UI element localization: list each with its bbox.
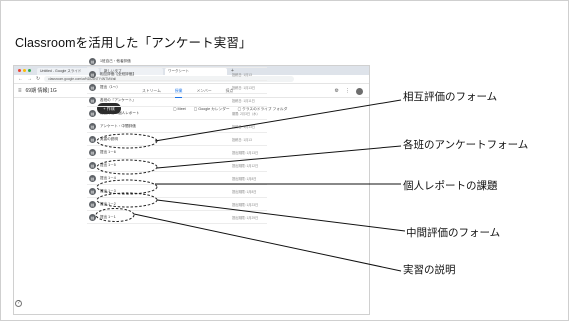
callout-mutual-eval-form: 相互評価のフォーム	[403, 91, 498, 103]
callout-mid-eval-form: 中間評価のフォーム	[406, 227, 501, 239]
ellipse-mid-eval	[96, 192, 158, 208]
slide: Classroomを活用した「アンケート実習」 Untitled - Googl…	[0, 0, 569, 321]
highlight-ellipses	[95, 133, 158, 222]
callout-lines	[133, 99, 406, 272]
ellipse-report	[96, 179, 158, 195]
question-circle-icon[interactable]: ?	[15, 300, 22, 307]
callout-line	[156, 145, 402, 169]
callout-line	[154, 99, 402, 142]
callout-explanation: 実習の説明	[403, 264, 456, 276]
ellipse-explanation	[95, 208, 135, 222]
ellipse-mutual-eval	[96, 133, 158, 149]
annotation-overlay	[95, 99, 406, 272]
callout-line	[133, 213, 402, 272]
callout-group-survey-form: 各班のアンケートフォーム	[403, 139, 529, 151]
ellipse-survey	[96, 159, 158, 175]
callout-personal-report: 個人レポートの課題	[403, 180, 498, 192]
